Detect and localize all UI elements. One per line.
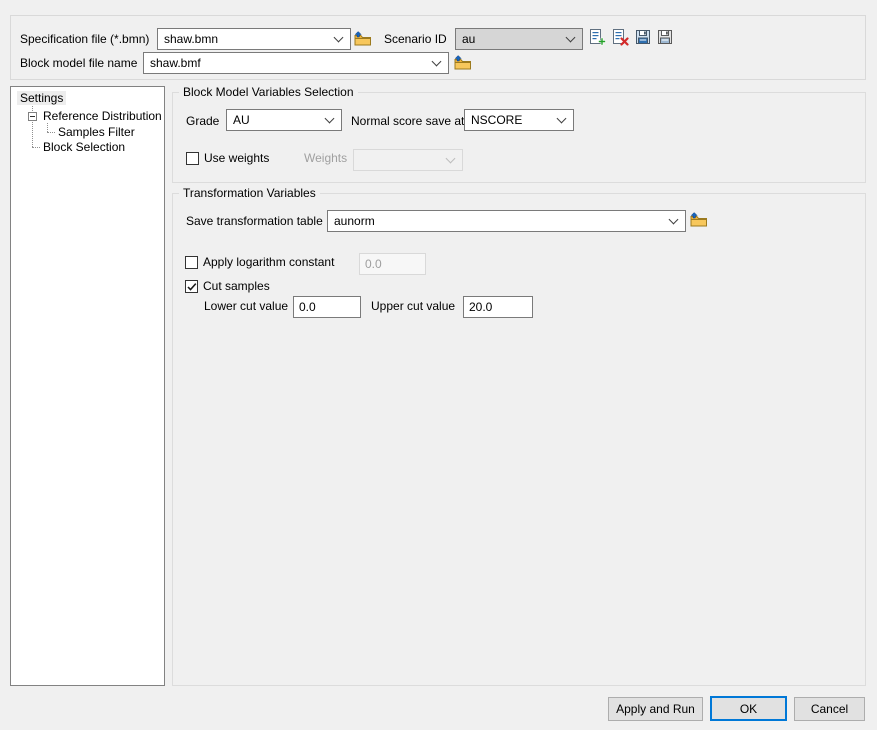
normal-score-value: NSCORE bbox=[471, 113, 523, 127]
weights-combo bbox=[353, 149, 463, 171]
grade-value: AU bbox=[233, 113, 250, 127]
save-scenario-button[interactable] bbox=[634, 29, 652, 46]
block-model-file-label: Block model file name bbox=[20, 56, 138, 70]
cancel-label: Cancel bbox=[810, 702, 849, 716]
weights-label: Weights bbox=[304, 151, 348, 165]
cut-samples-label: Cut samples bbox=[203, 279, 270, 293]
chevron-down-icon bbox=[556, 113, 567, 124]
grade-combo[interactable]: AU bbox=[226, 109, 342, 131]
browse-spec-file-button[interactable] bbox=[354, 30, 372, 47]
save-transformation-table-value: aunorm bbox=[334, 214, 375, 228]
apply-and-run-label: Apply and Run bbox=[616, 702, 695, 716]
chevron-down-icon bbox=[324, 113, 335, 124]
delete-scenario-icon bbox=[612, 29, 629, 46]
add-scenario-button[interactable] bbox=[588, 29, 606, 46]
spec-file-combo[interactable]: shaw.bmn bbox=[157, 28, 351, 50]
group-title: Block Model Variables Selection bbox=[179, 85, 358, 100]
apply-and-run-button[interactable]: Apply and Run bbox=[608, 697, 703, 721]
grade-label: Grade bbox=[186, 114, 220, 128]
chevron-down-icon bbox=[431, 56, 442, 67]
folder-open-icon bbox=[354, 30, 371, 45]
lower-cut-value-label: Lower cut value bbox=[204, 299, 289, 313]
chevron-down-icon bbox=[668, 214, 679, 225]
tree-guide-line bbox=[47, 123, 48, 132]
normal-score-combo[interactable]: NSCORE bbox=[464, 109, 574, 131]
use-weights-label: Use weights bbox=[204, 151, 270, 165]
cut-samples-checkbox[interactable] bbox=[185, 280, 198, 293]
tree-guide-line bbox=[47, 132, 55, 133]
scenario-id-label: Scenario ID bbox=[384, 32, 447, 46]
normal-score-label: Normal score save at bbox=[351, 114, 465, 128]
apply-logarithm-checkbox[interactable] bbox=[185, 256, 198, 269]
block-model-file-value: shaw.bmf bbox=[150, 56, 201, 70]
chevron-down-icon bbox=[445, 153, 456, 164]
tree-collapse-icon[interactable] bbox=[28, 112, 37, 121]
tree-item-block-selection[interactable]: Block Selection bbox=[43, 140, 125, 155]
scenario-id-combo[interactable]: au bbox=[455, 28, 583, 50]
add-scenario-icon bbox=[589, 29, 606, 46]
group-title: Transformation Variables bbox=[179, 186, 320, 201]
upper-cut-value-label: Upper cut value bbox=[371, 299, 456, 313]
browse-block-model-button[interactable] bbox=[454, 54, 472, 71]
logarithm-constant-field bbox=[359, 253, 426, 275]
tree-item-reference-distribution[interactable]: Reference Distribution bbox=[43, 109, 162, 124]
save-scenario-as-button[interactable] bbox=[656, 29, 674, 46]
tree-item-samples-filter[interactable]: Samples Filter bbox=[58, 125, 135, 140]
tree-item-label: Reference Distribution bbox=[43, 109, 162, 123]
lower-cut-value-field[interactable] bbox=[293, 296, 361, 318]
checkmark-icon bbox=[187, 283, 197, 291]
block-model-file-combo[interactable]: shaw.bmf bbox=[143, 52, 449, 74]
use-weights-checkbox[interactable] bbox=[186, 152, 199, 165]
chevron-down-icon bbox=[333, 32, 344, 43]
tree-item-label: Samples Filter bbox=[58, 125, 135, 139]
transformation-variables-group: Transformation Variables Save transforma… bbox=[172, 186, 866, 686]
upper-cut-value-field[interactable] bbox=[463, 296, 533, 318]
scenario-id-value: au bbox=[462, 32, 476, 46]
apply-logarithm-label: Apply logarithm constant bbox=[203, 255, 335, 269]
tree-item-label: Settings bbox=[17, 91, 67, 105]
tree-guide-line bbox=[32, 147, 40, 148]
spec-file-label: Specification file (*.bmn) bbox=[20, 32, 150, 46]
save-as-icon bbox=[657, 30, 672, 44]
ok-label: OK bbox=[739, 701, 758, 716]
save-transformation-table-combo[interactable]: aunorm bbox=[327, 210, 686, 232]
ok-button[interactable]: OK bbox=[710, 696, 787, 721]
folder-open-icon bbox=[454, 54, 471, 69]
spec-file-value: shaw.bmn bbox=[164, 32, 219, 46]
chevron-down-icon bbox=[565, 32, 576, 43]
save-transformation-table-label: Save transformation table bbox=[186, 214, 323, 228]
tree-item-label: Block Selection bbox=[43, 140, 126, 154]
block-model-variables-group: Block Model Variables Selection Grade AU… bbox=[172, 85, 866, 183]
save-icon bbox=[635, 30, 650, 44]
tree-item-settings[interactable]: Settings bbox=[17, 91, 67, 106]
dialog-window: Specification file (*.bmn) shaw.bmn Scen… bbox=[0, 0, 877, 730]
delete-scenario-button[interactable] bbox=[611, 29, 629, 46]
settings-tree: Settings Reference Distribution Samples … bbox=[10, 86, 165, 686]
browse-transformation-table-button[interactable] bbox=[690, 211, 708, 228]
cancel-button[interactable]: Cancel bbox=[794, 697, 865, 721]
folder-open-icon bbox=[690, 211, 707, 226]
